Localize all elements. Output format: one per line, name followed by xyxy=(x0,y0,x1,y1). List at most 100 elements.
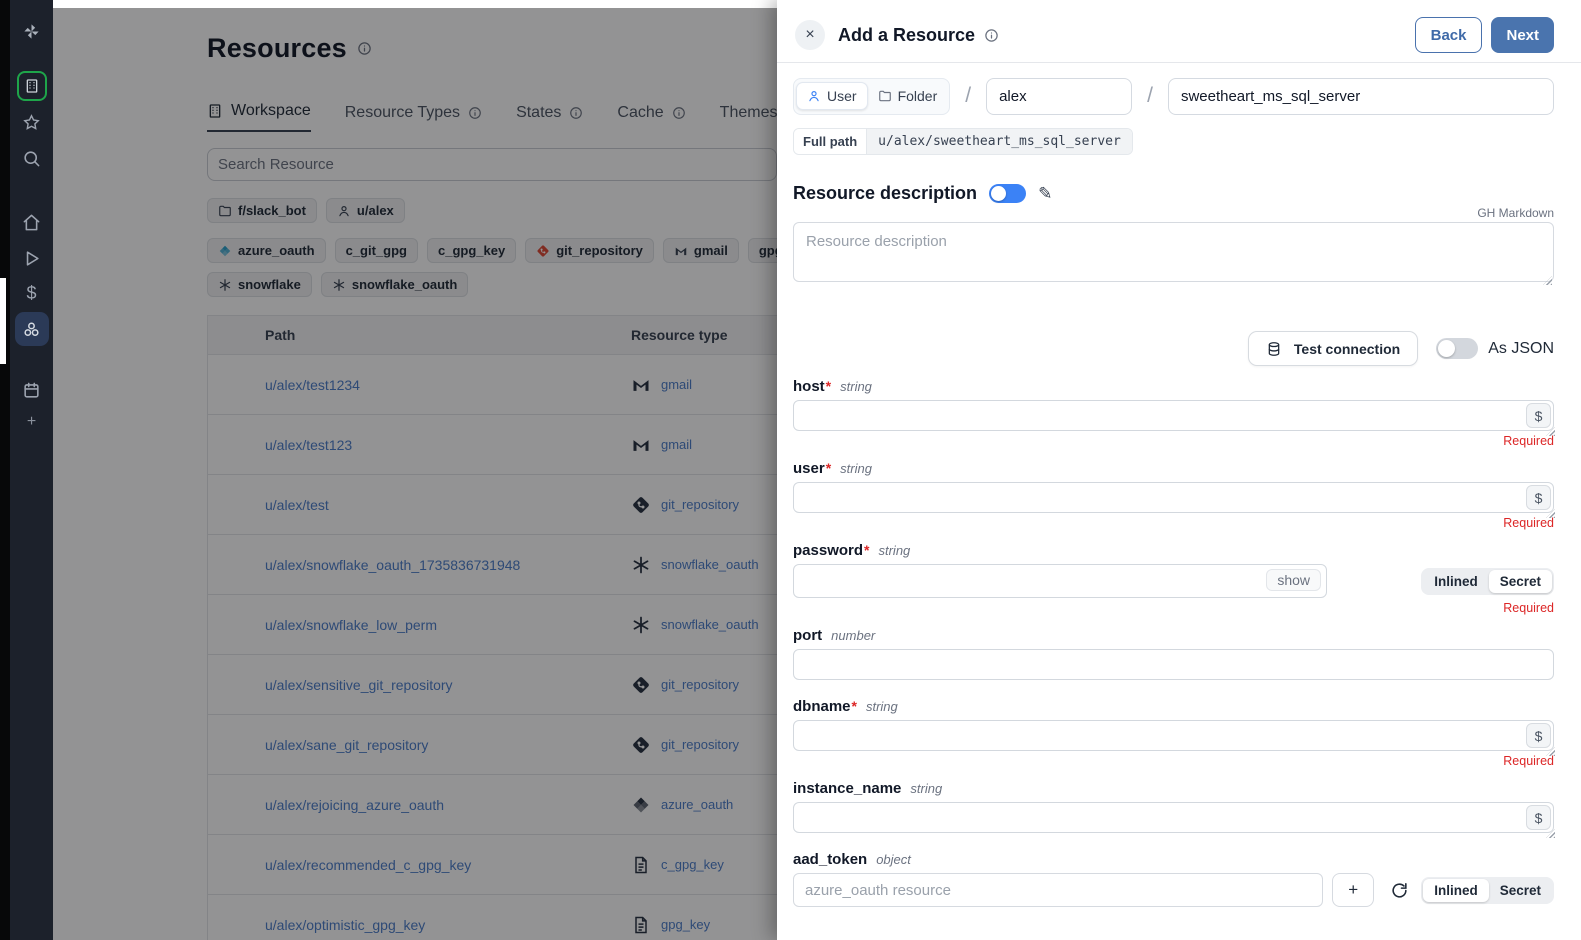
field-type: string xyxy=(910,781,942,796)
owner-kind-folder[interactable]: Folder xyxy=(868,83,948,109)
required-note: Required xyxy=(793,754,1554,768)
person-icon xyxy=(807,89,821,103)
field-name: port xyxy=(793,627,822,644)
dollar-glyph: $ xyxy=(26,284,36,302)
runs-play-icon[interactable] xyxy=(10,246,53,270)
folder-icon xyxy=(878,89,892,103)
field-name: password xyxy=(793,542,863,559)
field-instance-name: instance_name string $ xyxy=(793,780,1554,833)
inlined-option[interactable]: Inlined xyxy=(1423,879,1489,902)
variable-picker-button[interactable]: $ xyxy=(1526,485,1551,510)
drawer-body: User Folder / / Full path u/alex/sweethe… xyxy=(777,63,1581,940)
owner-name-input[interactable] xyxy=(986,78,1132,115)
aad-token-resource-input[interactable] xyxy=(793,873,1323,907)
main-content: Resources Workspace Resource Types xyxy=(53,0,777,940)
building-icon xyxy=(17,71,47,101)
test-connection-label: Test connection xyxy=(1294,341,1400,357)
drawer-header: × Add a Resource Back Next xyxy=(777,0,1581,63)
secret-option[interactable]: Secret xyxy=(1489,879,1552,902)
required-asterisk: * xyxy=(852,698,857,714)
refresh-icon[interactable] xyxy=(1390,881,1409,900)
instance-name-input[interactable] xyxy=(793,802,1554,833)
user-input[interactable] xyxy=(793,482,1554,513)
field-type: string xyxy=(840,379,872,394)
field-type: object xyxy=(876,852,911,867)
field-type: string xyxy=(840,461,872,476)
full-path-label: Full path xyxy=(794,129,866,154)
field-password: password * string show Inlined Secret Re… xyxy=(793,542,1554,615)
host-input[interactable] xyxy=(793,400,1554,431)
create-plus-icon[interactable]: + xyxy=(10,412,53,432)
field-name: host xyxy=(793,378,825,395)
port-input[interactable] xyxy=(793,649,1554,680)
field-aad-token: aad_token object + Inlined Secret xyxy=(793,851,1554,907)
add-resource-drawer: × Add a Resource Back Next User xyxy=(777,0,1581,940)
field-host: host * string $ Required xyxy=(793,378,1554,448)
required-asterisk: * xyxy=(826,460,831,476)
variable-picker-button[interactable]: $ xyxy=(1526,403,1551,428)
modal-dim-overlay xyxy=(53,8,777,940)
favorites-star-icon[interactable] xyxy=(10,110,53,134)
field-name: user xyxy=(793,460,825,477)
password-storage-toggle: Inlined Secret xyxy=(1421,568,1554,595)
field-type: string xyxy=(878,543,910,558)
back-button[interactable]: Back xyxy=(1415,17,1483,53)
search-icon[interactable] xyxy=(10,146,53,170)
description-toggle[interactable] xyxy=(989,184,1026,203)
owner-kind-label: User xyxy=(827,88,857,104)
info-icon[interactable] xyxy=(984,28,999,43)
pencil-icon[interactable]: ✎ xyxy=(1038,184,1052,204)
show-password-button[interactable]: show xyxy=(1266,569,1321,591)
full-path: Full path u/alex/sweetheart_ms_sql_serve… xyxy=(793,128,1133,155)
plus-glyph: + xyxy=(27,414,36,430)
field-name: aad_token xyxy=(793,851,867,868)
description-textarea[interactable] xyxy=(793,222,1554,282)
as-json-toggle[interactable] xyxy=(1436,338,1478,359)
database-icon xyxy=(1266,341,1282,357)
window-edge xyxy=(0,0,10,940)
sidebar: $ + xyxy=(10,0,53,940)
close-icon[interactable]: × xyxy=(795,20,825,50)
required-note: Required xyxy=(793,434,1554,448)
secret-option[interactable]: Secret xyxy=(1489,570,1552,593)
resources-boxes-icon xyxy=(15,312,49,346)
required-asterisk: * xyxy=(826,378,831,394)
sidebar-item-resources-active[interactable] xyxy=(10,312,53,346)
inlined-option[interactable]: Inlined xyxy=(1423,570,1489,593)
field-user: user * string $ Required xyxy=(793,460,1554,530)
sidebar-item-workspace[interactable] xyxy=(10,71,53,101)
path-separator: / xyxy=(965,84,971,108)
windmill-logo-icon[interactable] xyxy=(10,18,53,44)
test-connection-button[interactable]: Test connection xyxy=(1248,331,1418,366)
aad-token-storage-toggle: Inlined Secret xyxy=(1421,877,1554,904)
variable-picker-button[interactable]: $ xyxy=(1526,723,1551,748)
owner-kind-user[interactable]: User xyxy=(796,82,868,110)
home-icon[interactable] xyxy=(10,210,53,234)
window-edge-notch xyxy=(0,278,6,364)
field-type: number xyxy=(831,628,875,643)
field-type: string xyxy=(866,699,898,714)
field-port: port number xyxy=(793,627,1554,680)
dbname-input[interactable] xyxy=(793,720,1554,751)
app: $ + Resources xyxy=(0,0,1581,940)
variable-picker-button[interactable]: $ xyxy=(1526,805,1551,830)
required-note: Required xyxy=(793,601,1554,615)
path-separator: / xyxy=(1147,84,1153,108)
owner-kind-label: Folder xyxy=(898,88,938,104)
field-name: instance_name xyxy=(793,780,901,797)
as-json-label: As JSON xyxy=(1488,340,1554,358)
required-note: Required xyxy=(793,516,1554,530)
full-path-value: u/alex/sweetheart_ms_sql_server xyxy=(866,129,1132,154)
gh-markdown-hint: GH Markdown xyxy=(793,206,1554,220)
field-dbname: dbname * string $ Required xyxy=(793,698,1554,768)
variables-dollar-icon[interactable]: $ xyxy=(10,281,53,305)
resource-name-input[interactable] xyxy=(1168,78,1554,115)
owner-kind-toggle: User Folder xyxy=(793,78,950,115)
add-resource-plus-button[interactable]: + xyxy=(1332,873,1374,907)
password-input[interactable] xyxy=(793,564,1327,598)
description-heading: Resource description xyxy=(793,183,977,204)
drawer-title: Add a Resource xyxy=(838,25,975,46)
schedules-calendar-icon[interactable] xyxy=(10,378,53,402)
field-name: dbname xyxy=(793,698,851,715)
next-button[interactable]: Next xyxy=(1491,17,1554,53)
